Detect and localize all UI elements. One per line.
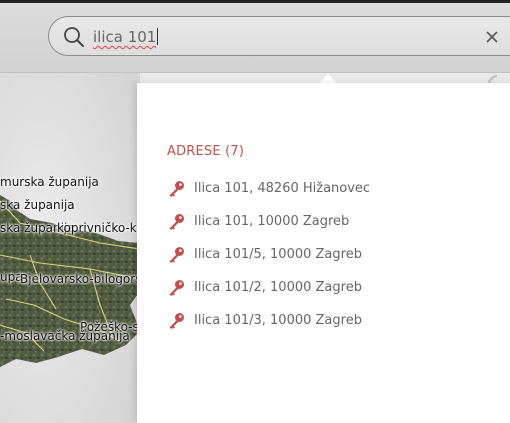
result-address: Ilica 101/2, 10000 Zagreb (194, 280, 362, 295)
key-icon (167, 246, 185, 264)
result-address: Ilica 101, 48260 Hižanovec (194, 181, 371, 196)
search-box[interactable]: ilica 101 (48, 16, 510, 56)
result-address: Ilica 101, 10000 Zagreb (194, 214, 350, 229)
key-icon (167, 312, 185, 330)
search-input[interactable] (93, 26, 473, 48)
map-label-bjelovarsko-bilogorska: Bjelovarsko-bilogorsk (20, 272, 149, 286)
result-address: Ilica 101/5, 10000 Zagreb (194, 247, 362, 262)
clear-icon[interactable] (485, 30, 499, 44)
map-area[interactable]: murska županija ska županija ska županij… (0, 73, 204, 423)
map-label-varazdinska: ska županija (0, 198, 75, 212)
map-satellite-region (0, 73, 140, 423)
key-icon (167, 180, 185, 198)
search-icon[interactable] (63, 26, 85, 48)
top-bar: ilica 101 (0, 0, 510, 73)
key-icon (167, 279, 185, 297)
search-results-panel: ADRESE (7) Ilica 101, 48260 Hižanovec Il… (137, 83, 510, 423)
map-label-sisacko-moslavacka: -moslavačka županija (0, 329, 130, 343)
addresses-section-title: ADRESE (7) (167, 144, 245, 159)
map-label-medimurska: murska županija (0, 175, 99, 189)
top-edge (0, 0, 510, 3)
key-icon (167, 213, 185, 231)
result-address: Ilica 101/3, 10000 Zagreb (194, 313, 362, 328)
